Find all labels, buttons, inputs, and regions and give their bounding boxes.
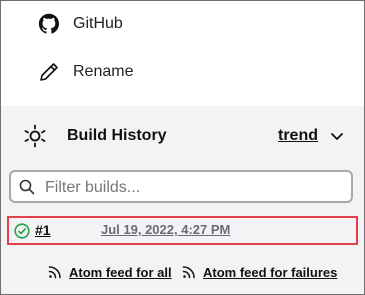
atom-feed-failures-link[interactable]: Atom feed for failures [181,262,337,282]
build-history-panel: Build History trend #1 Jul 19, 2022, 4:2… [1,106,364,294]
feed-links: Atom feed for all Atom feed for failures [1,262,364,282]
build-row[interactable]: #1 Jul 19, 2022, 4:27 PM [7,216,358,245]
atom-feed-all-link[interactable]: Atom feed for all [47,262,172,282]
build-number-link[interactable]: #1 [35,222,51,238]
github-menu-item[interactable]: GitHub [1,1,364,47]
pencil-icon [40,63,58,81]
atom-feed-all-label: Atom feed for all [69,264,172,280]
search-icon [19,179,35,195]
build-history-title: Build History [67,127,167,144]
rename-menu-item[interactable]: Rename [1,49,364,95]
build-history-header: Build History trend [1,118,364,154]
github-label: GitHub [73,15,123,32]
github-icon [38,13,60,34]
rss-icon [182,266,195,279]
app-frame: GitHub Rename Build History trend Filter… [0,0,365,295]
gear-icon [24,124,46,148]
filter-builds-field[interactable] [9,170,353,203]
trend-link[interactable]: trend [278,127,318,145]
chevron-down-icon[interactable] [329,128,345,144]
rename-label: Rename [73,63,134,80]
filter-builds-input[interactable] [43,175,347,200]
check-circle-icon [14,223,30,239]
atom-feed-failures-label: Atom feed for failures [203,264,338,280]
rss-icon [48,266,61,279]
build-date-link[interactable]: Jul 19, 2022, 4:27 PM [101,222,230,237]
